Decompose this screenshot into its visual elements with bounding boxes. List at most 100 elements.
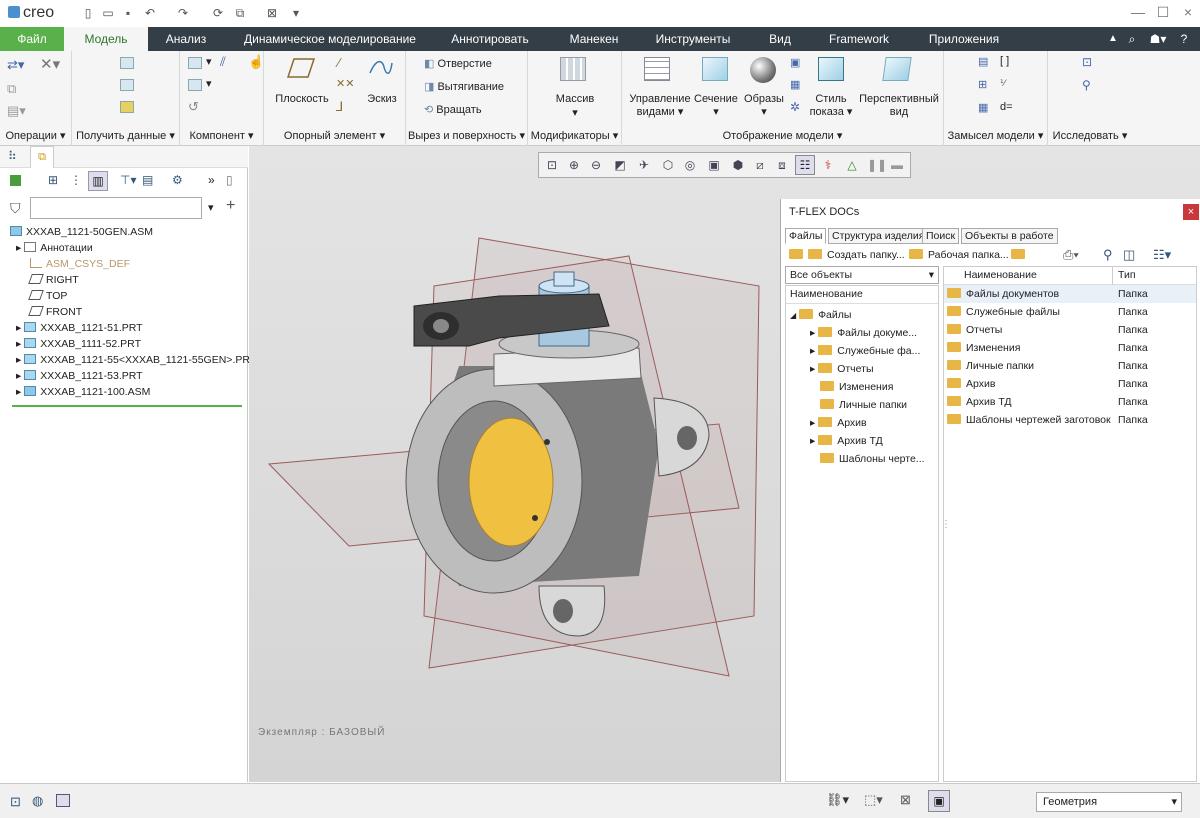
tab-applications[interactable]: Приложения <box>918 27 1010 51</box>
close-window-icon[interactable]: ⊠ <box>264 5 280 21</box>
family-table-icon[interactable]: ⊞ <box>978 78 987 91</box>
relations-icon[interactable]: d= <box>1000 101 1013 113</box>
list-row[interactable]: Файлы документов <box>947 285 1059 303</box>
search-dropdown-icon[interactable]: ▾ <box>208 201 214 214</box>
assemble-icon[interactable] <box>188 57 202 69</box>
find-icon[interactable]: ⛓▾ <box>826 792 849 808</box>
appearances-button[interactable]: Образы ▾ <box>740 93 788 119</box>
tab-dynamic-modeling[interactable]: Динамическое моделирование <box>232 27 428 51</box>
tab-framework[interactable]: Framework <box>818 27 900 51</box>
filter-tree-icon[interactable]: ⊤▾ <box>120 173 136 187</box>
tflex-tree-item[interactable]: ▸ Архив ТД <box>810 432 883 450</box>
user-icon[interactable]: ☗▾ <box>1146 27 1170 51</box>
datum-display-icon[interactable]: ⧈ <box>774 157 790 173</box>
show-icon[interactable] <box>10 175 21 186</box>
tflex-tree-item[interactable]: Шаблоны черте... <box>820 450 925 468</box>
gear-icon[interactable]: ⚙ <box>172 173 183 187</box>
group-label-model-display[interactable]: Отображение модели ▾ <box>622 129 943 142</box>
view-mode-icon[interactable]: ☷▾ <box>1153 247 1171 263</box>
repeat-icon[interactable]: ↺ <box>188 99 199 115</box>
sketch-icon[interactable] <box>368 57 394 79</box>
tree-item-part-55[interactable]: ▸ XXXAB_1121-55<XXXAB_1121-55GEN>.PRT <box>16 352 256 368</box>
display-style-icon[interactable]: ⬡ <box>660 157 676 173</box>
tree-item-top[interactable]: TOP <box>28 288 67 304</box>
list-row[interactable]: Архив <box>947 375 995 393</box>
brackets-icon[interactable]: [ ] <box>1000 55 1009 67</box>
tree-item-annotations[interactable]: ▸ Аннотации <box>16 240 93 256</box>
list-row[interactable]: Архив ТД <box>947 393 1012 411</box>
mirror-component-icon[interactable]: ⫽ <box>220 54 226 70</box>
object-filter-select[interactable]: Все объекты ▾ <box>785 266 939 284</box>
expand-icon[interactable]: ▸ <box>16 354 21 366</box>
list-header-type[interactable]: Тип <box>1118 269 1136 281</box>
regenerate-icon[interactable]: ⟳ <box>210 5 226 21</box>
expand-icon[interactable]: ▸ <box>16 322 21 334</box>
collapse-ribbon-icon[interactable]: ▲ <box>1105 27 1121 51</box>
assemble-dropdown-icon[interactable]: ▾ <box>206 55 212 68</box>
list-row[interactable]: Отчеты <box>947 321 1002 339</box>
group-label-operations[interactable]: Операции ▾ <box>0 129 71 142</box>
select-dropdown-icon[interactable]: ▾ <box>929 267 934 283</box>
tree-search-input[interactable] <box>30 197 202 219</box>
group-label-investigate[interactable]: Исследовать ▾ <box>1048 129 1132 142</box>
model-player-icon[interactable]: ⚲ <box>1082 78 1091 92</box>
tree-item-part-53[interactable]: ▸ XXXAB_1121-53.PRT <box>16 368 143 384</box>
undo-icon[interactable]: ↶ <box>142 5 158 21</box>
tflex-tree-item[interactable]: Изменения <box>820 378 893 396</box>
saved-orientation-icon[interactable]: ▦ <box>790 78 800 91</box>
reference-viewer-icon[interactable]: ⊡ <box>1082 55 1092 69</box>
switch-dimensions-icon[interactable]: ⅟ <box>1000 78 1005 89</box>
tflex-tree-item[interactable]: ▸ Служебные фа... <box>810 342 920 360</box>
expand-icon[interactable]: ▸ <box>810 417 815 429</box>
open-folder-icon[interactable]: ▭ <box>100 5 116 21</box>
sketch-button[interactable]: Эскиз <box>360 93 404 106</box>
tree-item-right[interactable]: RIGHT <box>28 272 79 288</box>
tab-tools[interactable]: Инструменты <box>645 27 741 51</box>
tflex-tab-in-work[interactable]: Объекты в работе <box>961 228 1058 244</box>
expand-icon[interactable]: ▸ <box>16 386 21 398</box>
tab-annotate[interactable]: Аннотировать <box>440 27 540 51</box>
tab-file[interactable]: Файл <box>0 27 64 51</box>
group-label-cut-surface[interactable]: Вырез и поверхность ▾ <box>406 129 527 142</box>
plane-icon[interactable] <box>286 57 316 79</box>
perspective-view-button[interactable]: Перспективный вид <box>856 93 942 119</box>
layers-icon[interactable]: ▤ <box>142 173 153 187</box>
list-header-name[interactable]: Наименование <box>964 269 1037 281</box>
close-panel-button[interactable]: × <box>1183 204 1199 220</box>
windows-icon[interactable]: ⧉ <box>232 5 248 21</box>
list-row[interactable]: Шаблоны чертежей заготовок <box>947 411 1111 429</box>
collapse-icon[interactable]: ◢ <box>790 311 796 320</box>
navigator-toggle-icon[interactable]: ⊡ <box>10 794 21 810</box>
point-icon[interactable]: ✕✕ <box>336 77 354 90</box>
selection-box-icon[interactable]: ⬚▾ <box>864 792 883 808</box>
tree-item-part-52[interactable]: ▸ XXXAB_1111-52.PRT <box>16 336 141 352</box>
tree-item-csys[interactable]: ASM_CSYS_DEF <box>30 256 130 272</box>
tflex-tab-structure[interactable]: Структура изделия <box>828 228 929 244</box>
add-folder-icon[interactable] <box>1011 249 1030 261</box>
tflex-tab-search[interactable]: Поиск <box>922 228 960 244</box>
perspective-icon[interactable]: ⬢ <box>730 157 746 173</box>
tree-settings-icon[interactable]: ▥ <box>88 171 108 191</box>
view-manager-icon[interactable] <box>644 57 670 81</box>
insert-indicator[interactable] <box>12 405 242 407</box>
create-dropdown-icon[interactable]: ▾ <box>206 77 212 90</box>
expand-icon[interactable]: ▸ <box>810 327 815 339</box>
browser-toggle-icon[interactable]: ◍ <box>32 793 43 809</box>
tab-view[interactable]: Вид <box>760 27 800 51</box>
funnel-icon[interactable]: ⛉ <box>10 200 21 217</box>
record-icon[interactable]: ▬ <box>889 157 905 173</box>
tflex-tree-item[interactable]: ▸ Файлы докуме... <box>810 324 917 342</box>
parameters-icon[interactable]: ▤ <box>978 55 988 68</box>
search-icon[interactable]: ⚲ <box>1103 247 1113 263</box>
appearance-icon[interactable]: △ <box>844 157 860 173</box>
create-folder-button[interactable]: Создать папку... <box>789 249 905 261</box>
repaint-icon[interactable]: ◩ <box>612 157 628 173</box>
list-row[interactable]: Личные папки <box>947 357 1034 375</box>
list-row[interactable]: Изменения <box>947 339 1020 357</box>
column-divider[interactable] <box>1112 267 1113 285</box>
new-file-icon[interactable]: ▯ <box>80 5 96 21</box>
section-button[interactable]: Сечение ▾ <box>692 93 740 119</box>
spin-center-icon[interactable]: ✈ <box>636 157 652 173</box>
create-component-icon[interactable] <box>188 79 202 91</box>
copy-geometry-icon[interactable] <box>120 79 134 91</box>
